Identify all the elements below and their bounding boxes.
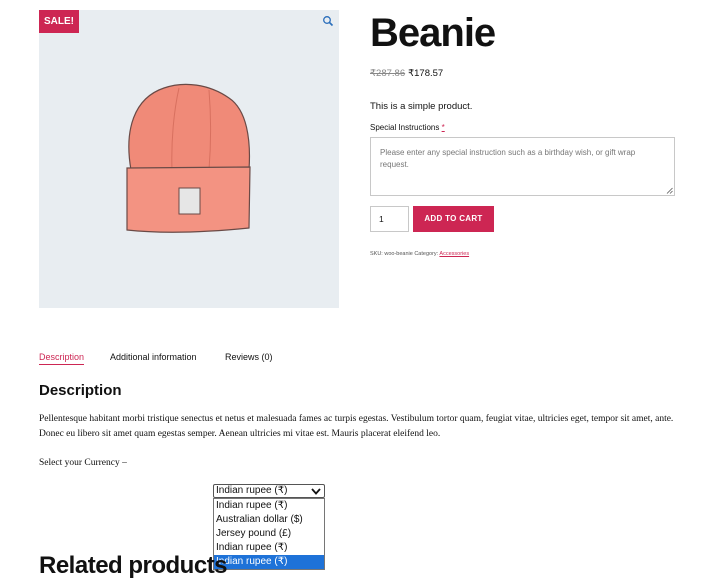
add-to-cart-button[interactable]: ADD TO CART <box>413 206 494 232</box>
tab-additional-information[interactable]: Additional information <box>110 351 197 363</box>
currency-selected-value: Indian rupee (₹) <box>216 485 288 496</box>
category-link[interactable]: Accessories <box>439 251 469 257</box>
resize-grip-icon[interactable] <box>666 187 673 194</box>
currency-option[interactable]: Indian rupee (₹) <box>214 499 324 513</box>
regular-price: ₹287.86 <box>370 68 406 79</box>
required-mark: * <box>441 123 445 132</box>
sale-badge: SALE! <box>39 10 79 33</box>
sale-price: ₹178.57 <box>408 68 444 79</box>
quantity-input[interactable]: 1 <box>370 206 409 232</box>
sku-text: SKU: woo-beanie Category: <box>370 251 439 257</box>
tab-reviews[interactable]: Reviews (0) <box>225 351 273 363</box>
textarea-placeholder: Please enter any special instruction suc… <box>380 148 636 169</box>
price: ₹287.86 ₹178.57 <box>370 68 443 80</box>
chevron-down-icon <box>311 488 321 495</box>
currency-option[interactable]: Jersey pound (£) <box>214 527 324 541</box>
product-meta: SKU: woo-beanie Category: Accessories <box>370 250 469 258</box>
currency-select[interactable]: Indian rupee (₹) <box>213 484 325 498</box>
special-instructions-label-text: Special Instructions <box>370 123 440 132</box>
currency-option-highlighted[interactable]: Indian rupee (₹) <box>214 555 324 569</box>
description-body: Pellentesque habitant morbi tristique se… <box>39 414 674 439</box>
short-description: This is a simple product. <box>370 101 473 112</box>
description-heading: Description <box>39 382 122 399</box>
currency-option[interactable]: Australian dollar ($) <box>214 513 324 527</box>
currency-dropdown-list: Indian rupee (₹) Australian dollar ($) J… <box>213 498 325 570</box>
currency-label: Select your Currency – <box>39 458 127 468</box>
currency-option[interactable]: Indian rupee (₹) <box>214 541 324 555</box>
special-instructions-label: Special Instructions * <box>370 123 445 133</box>
product-image[interactable] <box>39 10 339 308</box>
related-products-heading: Related products <box>39 552 228 579</box>
beanie-image <box>126 83 251 233</box>
product-title: Beanie <box>370 11 496 55</box>
special-instructions-textarea[interactable]: Please enter any special instruction suc… <box>370 137 675 196</box>
zoom-icon[interactable] <box>322 14 334 27</box>
tab-description[interactable]: Description <box>39 351 85 365</box>
